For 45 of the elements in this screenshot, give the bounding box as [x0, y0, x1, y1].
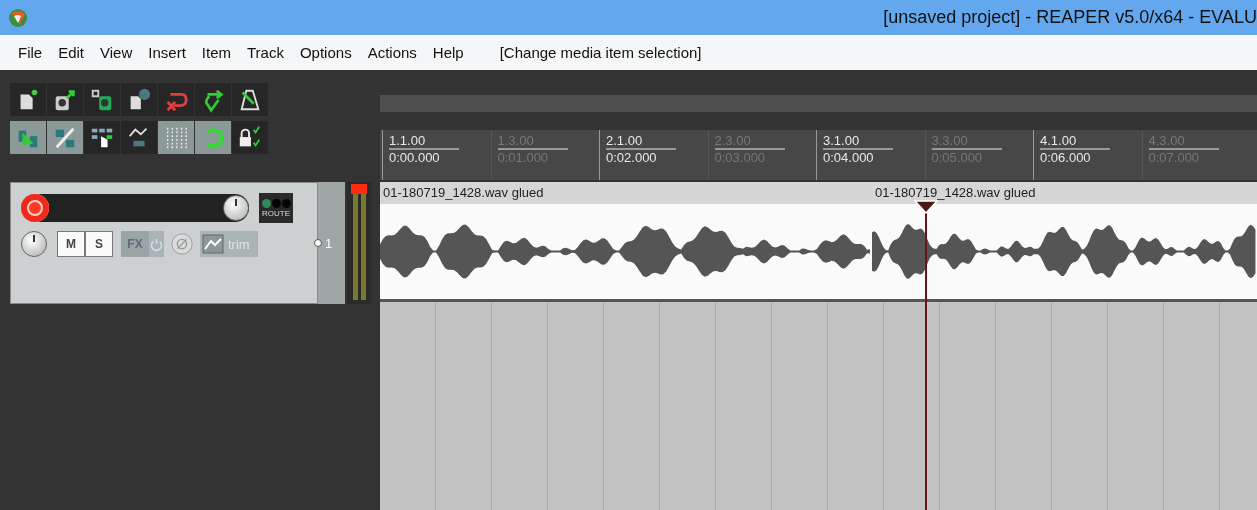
- playhead[interactable]: [914, 200, 938, 510]
- mute-button[interactable]: M: [57, 231, 85, 257]
- window-title: [unsaved project] - REAPER v5.0/x64 - EVALU: [883, 7, 1257, 28]
- envelope-icon: [202, 234, 224, 254]
- menu-item[interactable]: Insert: [140, 44, 194, 61]
- bar-label: 4.1.00: [1040, 133, 1110, 150]
- time-label: 0:00.000: [389, 150, 441, 165]
- time-label: 0:04.000: [823, 150, 875, 165]
- toolbar-button[interactable]: [195, 83, 231, 116]
- menu-item[interactable]: File: [10, 44, 51, 61]
- menu-item[interactable]: Options: [291, 44, 360, 61]
- bar-label: 1.1.00: [389, 133, 459, 150]
- media-item[interactable]: 01-180719_1428.wav glued: [380, 182, 872, 302]
- toolbar-button[interactable]: [47, 83, 83, 116]
- record-arm-button[interactable]: [21, 194, 49, 222]
- time-label: 0:06.000: [1040, 150, 1092, 165]
- toolbar-button[interactable]: [84, 83, 120, 116]
- action-status-text: [Change media item selection]: [499, 44, 702, 61]
- solo-button[interactable]: S: [85, 231, 113, 257]
- toolbar-button[interactable]: [84, 121, 120, 154]
- track-name-field[interactable]: [21, 194, 249, 222]
- menu-item[interactable]: Actions: [359, 44, 425, 61]
- toolbar-button[interactable]: [121, 121, 157, 154]
- menu-item[interactable]: Item: [193, 44, 239, 61]
- volume-knob[interactable]: [223, 195, 249, 221]
- menu-item[interactable]: View: [92, 44, 141, 61]
- pan-knob[interactable]: [21, 231, 47, 257]
- menu-item[interactable]: Track: [239, 44, 292, 61]
- connector-icon: [313, 238, 323, 248]
- horizontal-scrollbar[interactable]: [380, 95, 1257, 112]
- toolbar-button[interactable]: [10, 83, 46, 116]
- route-button[interactable]: ROUTE: [259, 193, 293, 223]
- menu-item[interactable]: Help: [424, 44, 472, 61]
- time-label: 0:02.000: [606, 150, 658, 165]
- media-item[interactable]: 01-180719_1428.wav glued: [872, 182, 1257, 302]
- item-name: 01-180719_1428.wav glued: [380, 182, 872, 204]
- menu-item[interactable]: Edit: [50, 44, 93, 61]
- track-number: 1: [325, 235, 333, 251]
- bar-label: 3.1.00: [823, 133, 893, 150]
- app-logo-icon: [8, 7, 28, 28]
- toolbar-button[interactable]: [232, 121, 268, 154]
- bar-label: 2.1.00: [606, 133, 676, 150]
- toolbar-button[interactable]: [232, 83, 268, 116]
- toolbar-button[interactable]: [121, 83, 157, 116]
- item-name: 01-180719_1428.wav glued: [872, 182, 1257, 204]
